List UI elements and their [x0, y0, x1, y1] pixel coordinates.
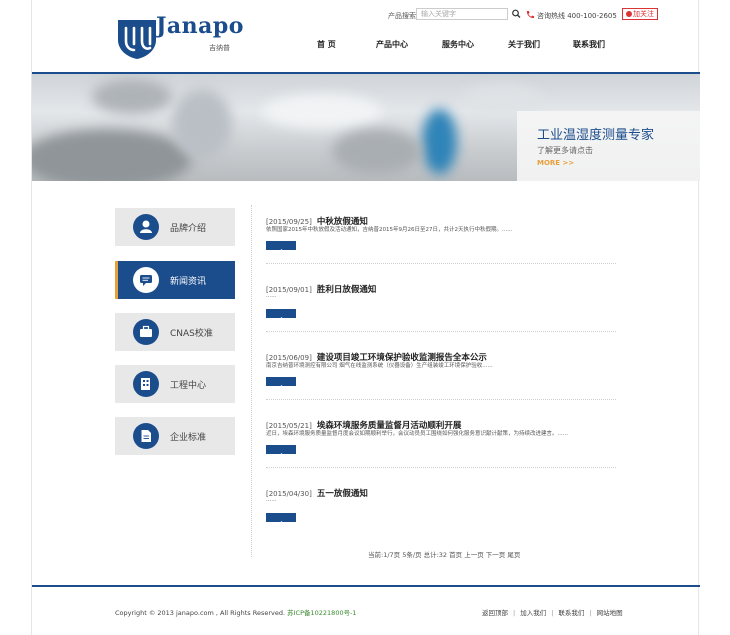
banner-more-link[interactable]: MORE >>: [537, 159, 574, 167]
news-summary: ......: [266, 497, 277, 503]
hotline-text: 咨询热线 400-100-2605: [537, 12, 617, 20]
building-icon: [133, 371, 159, 397]
read-more-button[interactable]: [266, 377, 296, 390]
nav-about[interactable]: 关于我们: [508, 39, 540, 50]
sidebar-item-label: 品牌介绍: [170, 224, 207, 234]
page-container: Janapo 吉纳普 产品搜索 输入关键字 咨询热线 400-100-2605 …: [31, 0, 700, 635]
news-summary: 近日，埃森环境服务质量监督月度会议如期顺利举行，会议动员员工围绕如何强化服务意识…: [266, 431, 568, 437]
nav-home[interactable]: 首 页: [317, 39, 336, 50]
brand-name: Janapo: [156, 13, 244, 39]
sidebar-item-news[interactable]: 新闻资讯: [115, 261, 235, 299]
nav-service[interactable]: 服务中心: [442, 39, 474, 50]
hero-banner[interactable]: 工业温湿度测量专家 了解更多请点击 MORE >>: [32, 74, 700, 181]
news-heading[interactable]: [2015/09/01] 胜利日放假通知: [266, 277, 616, 296]
sidebar-item-label: 企业标准: [170, 433, 207, 443]
sidebar-item-standards[interactable]: 企业标准: [115, 417, 235, 455]
chat-icon: [133, 267, 159, 293]
copyright-text: Copyright © 2013 janapo.com , All Rights…: [115, 609, 286, 617]
news-heading[interactable]: [2015/04/30] 五一放假通知: [266, 481, 616, 500]
read-more-button[interactable]: [266, 513, 296, 526]
footer-link-sitemap[interactable]: 网站地图: [597, 609, 623, 617]
arrow-right-icon: [278, 249, 285, 254]
news-item: [2015/05/21] 埃森环境服务质量监督月活动顺利开展 近日，埃森环境服务…: [266, 413, 616, 468]
search-input[interactable]: 输入关键字: [416, 8, 508, 20]
arrow-right-icon: [278, 453, 285, 458]
news-title[interactable]: 五一放假通知: [317, 489, 368, 499]
briefcase-icon: [133, 319, 159, 345]
news-divider: [266, 399, 616, 400]
news-divider: [266, 467, 616, 468]
arrow-right-icon: [278, 385, 285, 390]
footer-link-contact[interactable]: 联系我们: [558, 609, 584, 617]
weibo-icon: [626, 11, 632, 17]
column-divider: [251, 205, 252, 557]
footer-separator: |: [589, 609, 592, 617]
banner-photo-shape: [462, 84, 542, 114]
read-more-button[interactable]: [266, 309, 296, 322]
person-icon: [133, 214, 159, 240]
sidebar-item-brand[interactable]: 品牌介绍: [115, 208, 235, 246]
copyright: Copyright © 2013 janapo.com , All Rights…: [115, 607, 357, 617]
janapo-logo[interactable]: [116, 16, 160, 60]
banner-title: 工业温湿度测量专家: [537, 128, 655, 143]
search-label: 产品搜索: [388, 12, 416, 20]
news-summary: 依照国家2015年中秋放假及活动通知，吉纳普2015年9月26日至27日，共计2…: [266, 227, 513, 233]
news-item: [2015/09/01] 胜利日放假通知 ......: [266, 277, 616, 332]
nav-products[interactable]: 产品中心: [376, 39, 408, 50]
news-item: [2015/06/09] 建设项目竣工环境保护验收监测报告全本公示 南京吉纳普环…: [266, 345, 616, 400]
banner-photo-shape: [332, 129, 422, 174]
read-more-button[interactable]: [266, 445, 296, 458]
sidebar-item-label: CNAS校准: [170, 329, 213, 339]
nav-contact[interactable]: 联系我们: [573, 39, 605, 50]
footer-divider: [32, 585, 700, 587]
news-summary: ......: [266, 293, 277, 299]
sidebar-item-label: 工程中心: [170, 381, 207, 391]
news-summary: 南京吉纳普环境测控有限公司 烟气在线监测系统（仪器设备）生产组装竣工环境保护验收…: [266, 363, 493, 369]
arrow-right-icon: [278, 317, 285, 322]
phone-icon: [526, 11, 534, 19]
banner-subtitle: 了解更多请点击: [537, 146, 593, 155]
pagination[interactable]: 当前:1/7页 5条/页 总计:32 首页 上一页 下一页 尾页: [368, 549, 520, 559]
follow-label: 加关注: [633, 10, 654, 18]
icp-link[interactable]: 苏ICP备10221800号-1: [287, 609, 356, 617]
sidebar-item-cnas[interactable]: CNAS校准: [115, 313, 235, 351]
news-item: [2015/04/30] 五一放假通知 ......: [266, 481, 616, 526]
footer-link-join[interactable]: 加入我们: [520, 609, 546, 617]
footer-link-top[interactable]: 返回顶部: [482, 609, 508, 617]
sidebar-item-engineering[interactable]: 工程中心: [115, 365, 235, 403]
news-title[interactable]: 胜利日放假通知: [317, 285, 377, 295]
banner-photo-shape: [32, 129, 192, 181]
banner-photo-shape: [262, 94, 382, 129]
footer-separator: |: [551, 609, 554, 617]
read-more-button[interactable]: [266, 241, 296, 254]
banner-photo-shape: [422, 109, 457, 174]
news-divider: [266, 331, 616, 332]
banner-photo-shape: [172, 89, 232, 159]
follow-button[interactable]: 加关注: [622, 8, 658, 20]
footer-links: 返回顶部 | 加入我们 | 联系我们 | 网站地图: [482, 607, 623, 617]
sidebar-item-label: 新闻资讯: [170, 277, 207, 287]
document-icon: [133, 423, 159, 449]
news-item: [2015/09/25] 中秋放假通知 依照国家2015年中秋放假及活动通知，吉…: [266, 209, 616, 264]
news-divider: [266, 263, 616, 264]
footer-separator: |: [513, 609, 516, 617]
arrow-right-icon: [278, 521, 285, 526]
brand-subtitle: 吉纳普: [209, 44, 230, 52]
search-icon[interactable]: [511, 8, 521, 20]
banner-photo-shape: [92, 79, 172, 114]
banner-caption: 工业温湿度测量专家 了解更多请点击 MORE >>: [517, 111, 700, 181]
